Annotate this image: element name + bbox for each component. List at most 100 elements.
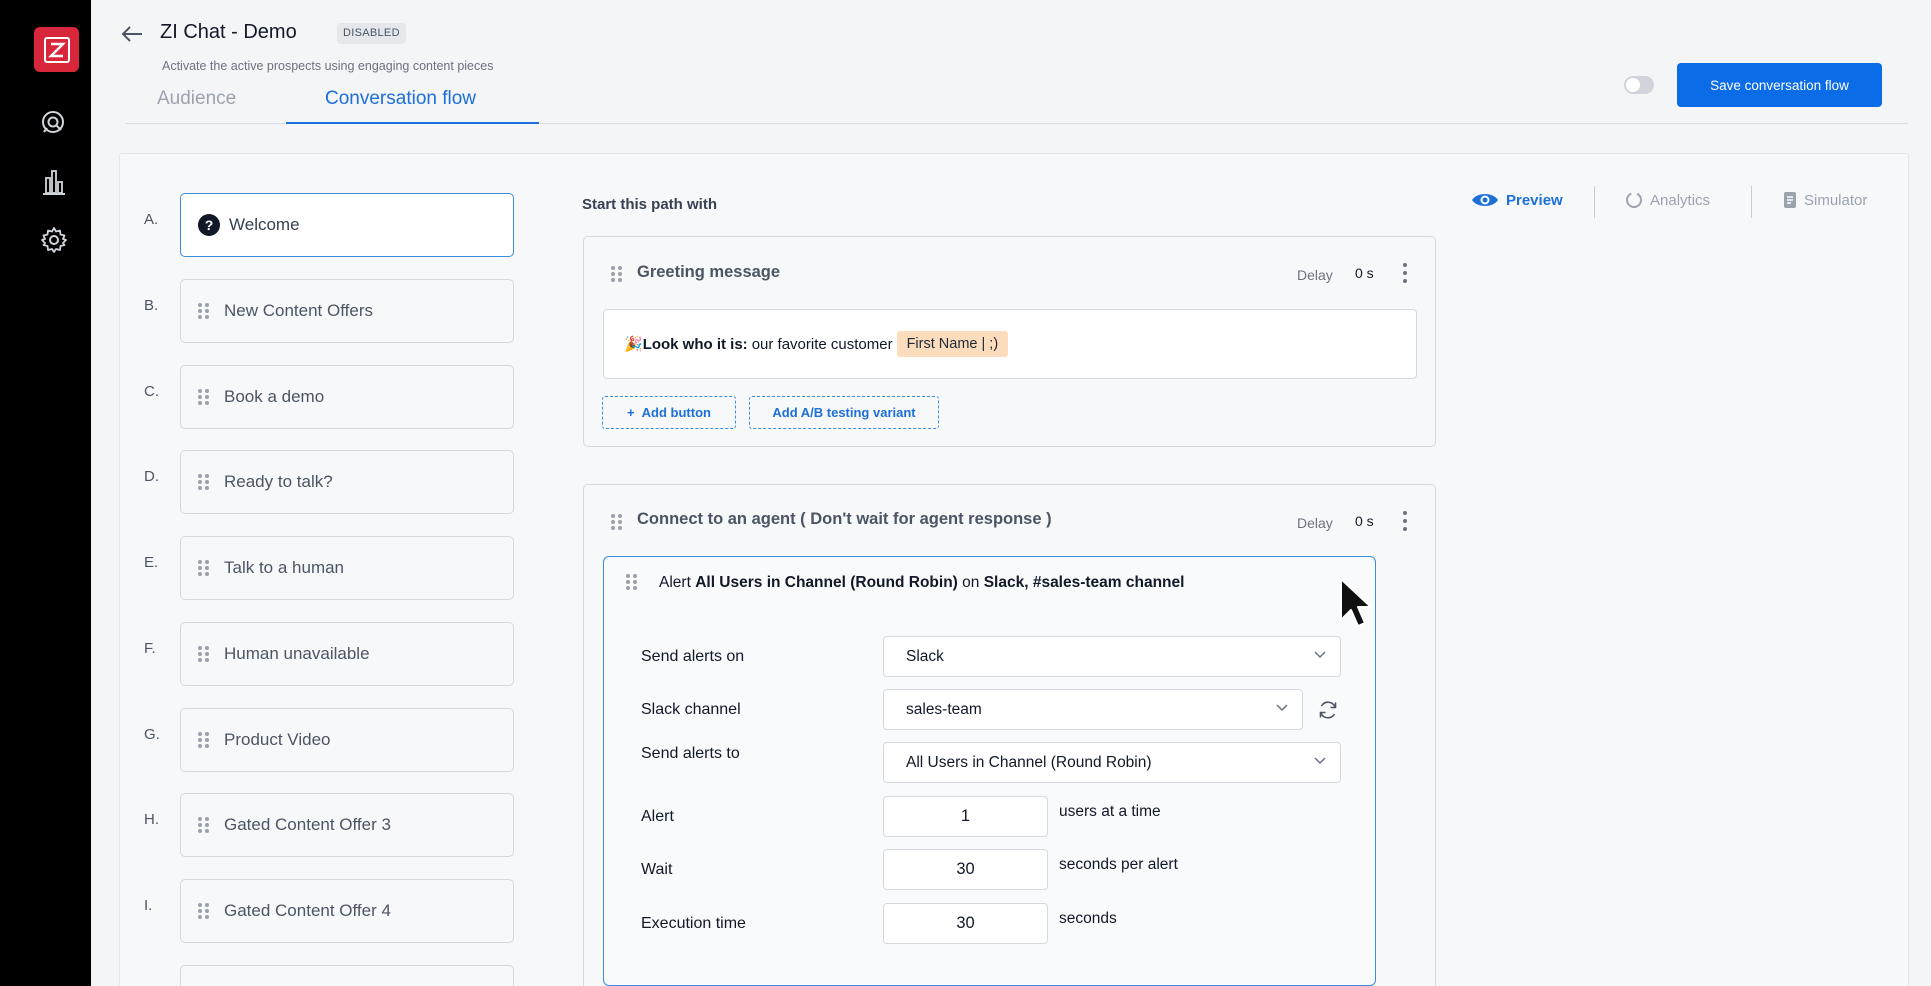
status-badge: DISABLED bbox=[337, 23, 406, 44]
add-button-button[interactable]: + Add button bbox=[602, 396, 736, 429]
save-conversation-flow-button[interactable]: Save conversation flow bbox=[1677, 63, 1882, 107]
card-title: Connect to an agent ( Don't wait for age… bbox=[637, 510, 1052, 528]
drag-handle-icon[interactable] bbox=[198, 645, 210, 663]
message-bold-text: Look who it is: bbox=[642, 335, 748, 353]
drag-handle-icon[interactable] bbox=[198, 388, 210, 406]
chat-search-icon[interactable] bbox=[38, 107, 70, 139]
greeting-message-field[interactable]: 🎉 Look who it is: our favorite customer … bbox=[603, 309, 1417, 379]
z-logo-icon[interactable] bbox=[34, 27, 79, 72]
back-arrow-icon[interactable] bbox=[118, 22, 146, 46]
delay-value[interactable]: 0 s bbox=[1355, 265, 1374, 281]
drag-handle-icon[interactable] bbox=[198, 902, 210, 920]
path-letter: B. bbox=[144, 297, 159, 314]
path-letter: E. bbox=[144, 554, 159, 571]
alert-summary: Alert All Users in Channel (Round Robin)… bbox=[659, 574, 1185, 591]
alert-count-label: Alert bbox=[641, 808, 674, 825]
path-item-human-unavailable[interactable]: Human unavailable bbox=[180, 622, 514, 686]
question-icon: ? bbox=[198, 214, 220, 236]
execution-time-suffix: seconds bbox=[1059, 910, 1117, 927]
connect-agent-card: Connect to an agent ( Don't wait for age… bbox=[583, 484, 1436, 986]
chevron-down-icon bbox=[1276, 704, 1288, 712]
tab-separator bbox=[1594, 186, 1595, 218]
path-letter: C. bbox=[144, 383, 159, 400]
tab-conversation-flow[interactable]: Conversation flow bbox=[325, 88, 476, 110]
path-item-ready-to-talk[interactable]: Ready to talk? bbox=[180, 450, 514, 514]
wait-input[interactable]: 30 bbox=[883, 849, 1048, 890]
path-letter: A. bbox=[144, 211, 159, 228]
wait-suffix: seconds per alert bbox=[1059, 856, 1178, 873]
greeting-message-card: Greeting message Delay 0 s 🎉 Look who it… bbox=[583, 236, 1436, 447]
drag-handle-icon[interactable] bbox=[611, 513, 623, 531]
alert-config-box: Alert All Users in Channel (Round Robin)… bbox=[603, 556, 1376, 986]
slack-channel-label: Slack channel bbox=[641, 701, 741, 718]
plus-icon: + bbox=[627, 405, 635, 420]
gear-icon[interactable] bbox=[38, 224, 70, 256]
path-item-gated-content-offer-3[interactable]: Gated Content Offer 3 bbox=[180, 793, 514, 857]
add-ab-variant-button[interactable]: Add A/B testing variant bbox=[749, 396, 939, 429]
path-item-talk-to-a-human[interactable]: Talk to a human bbox=[180, 536, 514, 600]
card-title: Greeting message bbox=[637, 263, 781, 281]
delay-label: Delay bbox=[1297, 267, 1333, 283]
path-letter: H. bbox=[144, 811, 159, 828]
left-rail bbox=[0, 0, 91, 986]
drag-handle-icon[interactable] bbox=[198, 473, 210, 491]
eye-icon bbox=[1472, 194, 1498, 206]
first-name-token[interactable]: First Name | ;) bbox=[896, 331, 1009, 357]
refresh-icon[interactable] bbox=[1317, 699, 1339, 721]
page-title: ZI Chat - Demo bbox=[160, 21, 297, 43]
simulator-icon bbox=[1784, 192, 1796, 208]
drag-handle-icon[interactable] bbox=[198, 559, 210, 577]
path-item-product-video[interactable]: Product Video bbox=[180, 708, 514, 772]
path-label: Gated Content Offer 4 bbox=[224, 901, 391, 920]
path-label: Human unavailable bbox=[224, 644, 370, 663]
tab-separator bbox=[1751, 186, 1752, 218]
tab-preview[interactable]: Preview bbox=[1471, 191, 1563, 209]
send-alerts-on-select[interactable]: Slack bbox=[883, 636, 1341, 677]
drag-handle-icon[interactable] bbox=[198, 731, 210, 749]
delay-value[interactable]: 0 s bbox=[1355, 513, 1374, 529]
path-item-new-content-offers[interactable]: New Content Offers bbox=[180, 279, 514, 343]
slack-channel-select[interactable]: sales-team bbox=[883, 689, 1303, 730]
path-label: Welcome bbox=[229, 215, 300, 234]
alert-count-suffix: users at a time bbox=[1059, 803, 1161, 820]
path-label: Ready to talk? bbox=[224, 472, 333, 491]
party-icon: 🎉 bbox=[624, 336, 643, 353]
message-text: our favorite customer bbox=[751, 335, 893, 353]
path-letter: F. bbox=[144, 640, 156, 657]
tab-audience[interactable]: Audience bbox=[157, 88, 236, 110]
send-alerts-to-select[interactable]: All Users in Channel (Round Robin) bbox=[883, 742, 1341, 783]
send-alerts-to-label: Send alerts to bbox=[641, 745, 740, 762]
alert-count-input[interactable]: 1 bbox=[883, 796, 1048, 837]
analytics-icon bbox=[1626, 192, 1642, 208]
path-label: Talk to a human bbox=[224, 558, 345, 577]
more-options-icon[interactable] bbox=[1402, 263, 1408, 283]
mouse-cursor-icon bbox=[1338, 576, 1374, 637]
drag-handle-icon[interactable] bbox=[198, 302, 210, 320]
path-item-partial[interactable] bbox=[180, 965, 514, 986]
tab-analytics[interactable]: Analytics bbox=[1625, 191, 1710, 209]
enable-toggle[interactable] bbox=[1624, 76, 1654, 94]
path-letter: I. bbox=[144, 897, 153, 914]
drag-handle-icon[interactable] bbox=[611, 265, 623, 283]
path-letter: D. bbox=[144, 468, 159, 485]
wait-label: Wait bbox=[641, 861, 673, 878]
execution-time-input[interactable]: 30 bbox=[883, 903, 1048, 944]
more-options-icon[interactable] bbox=[1402, 511, 1408, 531]
start-path-label: Start this path with bbox=[582, 196, 717, 213]
path-letter: G. bbox=[144, 726, 160, 743]
active-tab-underline bbox=[286, 122, 539, 124]
drag-handle-icon[interactable] bbox=[626, 573, 638, 591]
path-item-book-a-demo[interactable]: Book a demo bbox=[180, 365, 514, 429]
page-subtitle: Activate the active prospects using enga… bbox=[162, 59, 494, 73]
path-item-gated-content-offer-4[interactable]: Gated Content Offer 4 bbox=[180, 879, 514, 943]
tab-simulator[interactable]: Simulator bbox=[1783, 191, 1867, 209]
path-label: Gated Content Offer 3 bbox=[224, 815, 391, 834]
path-label: Book a demo bbox=[224, 387, 325, 406]
drag-handle-icon[interactable] bbox=[198, 816, 210, 834]
send-alerts-on-label: Send alerts on bbox=[641, 648, 745, 665]
delay-label: Delay bbox=[1297, 515, 1333, 531]
path-item-welcome[interactable]: ? Welcome bbox=[180, 193, 514, 257]
bar-chart-icon[interactable] bbox=[38, 166, 70, 198]
path-label: Product Video bbox=[224, 730, 331, 749]
add-button-label: Add button bbox=[641, 405, 711, 420]
